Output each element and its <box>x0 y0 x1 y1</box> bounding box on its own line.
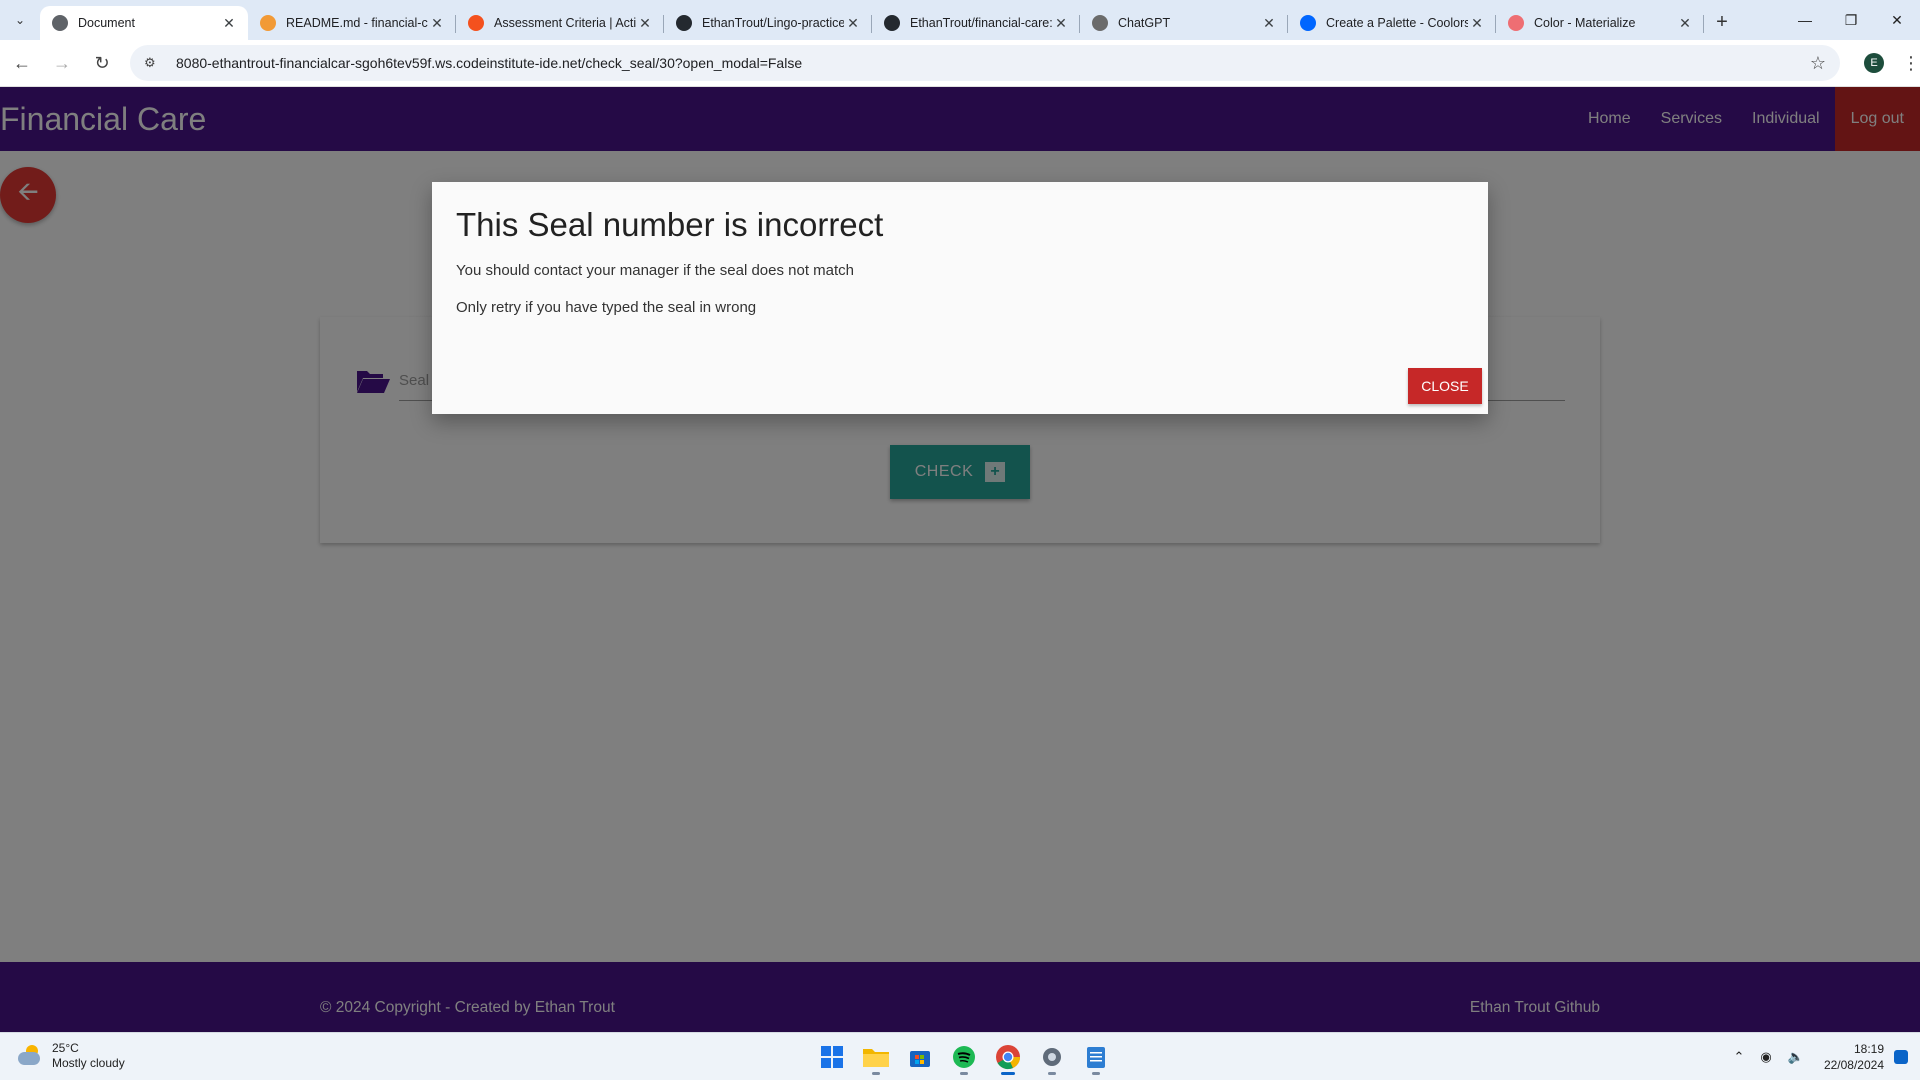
window-controls: — ❐ ✕ <box>1782 0 1920 40</box>
tab-search-button[interactable]: ⌄ <box>8 8 32 32</box>
circle-icon <box>468 15 484 31</box>
url-text[interactable]: 8080-ethantrout-financialcar-sgoh6tev59f… <box>176 55 1810 71</box>
weather-condition: Mostly cloudy <box>52 1056 125 1070</box>
github-icon <box>676 15 692 31</box>
close-icon: ✕ <box>1891 11 1903 28</box>
chatgpt-icon <box>1092 15 1108 31</box>
clock-date: 22/08/2024 <box>1823 1058 1884 1072</box>
tab-title: Assessment Criteria | Acti <box>494 16 636 30</box>
browser-tab-strip: ⌄ Document ✕ README.md - financial-ca ✕ Asse… <box>0 0 1920 40</box>
tab-title: Color - Materialize <box>1534 16 1636 30</box>
clock-time: 18:19 <box>1853 1042 1884 1056</box>
taskbar-apps <box>810 1039 1118 1075</box>
spotify-button[interactable] <box>946 1039 982 1075</box>
wifi-icon[interactable]: ◉ <box>1760 1049 1771 1065</box>
profile-avatar[interactable]: E <box>1864 53 1884 73</box>
reload-button[interactable]: ↻ <box>84 45 120 81</box>
spotify-icon <box>953 1046 975 1068</box>
system-tray: ⌃ ◉ 🔈 18:19 22/08/2024 <box>1726 1033 1920 1080</box>
browser-tab[interactable]: ChatGPT ✕ <box>1080 6 1288 40</box>
browser-tab[interactable]: EthanTrout/Lingo-practice ✕ <box>664 6 872 40</box>
windows-logo-icon <box>821 1046 843 1068</box>
weather-temp: 25°C <box>52 1041 79 1055</box>
store-bag-icon <box>910 1051 930 1067</box>
minimize-icon: — <box>1798 12 1812 28</box>
coolors-icon <box>1300 15 1316 31</box>
browser-menu-icon[interactable]: ⋮ <box>1902 53 1920 74</box>
chevron-up-icon[interactable]: ⌃ <box>1734 1049 1745 1065</box>
tab-title: ChatGPT <box>1118 16 1171 30</box>
tab-close-icon[interactable]: ✕ <box>844 14 862 32</box>
weather-widget[interactable]: 25°C Mostly cloudy <box>16 1041 125 1071</box>
reload-icon: ↻ <box>94 52 110 73</box>
modal-title: This Seal number is incorrect <box>456 206 884 243</box>
settings-button[interactable] <box>1034 1039 1070 1075</box>
github-icon <box>884 15 900 31</box>
chrome-icon <box>996 1045 1021 1070</box>
forward-button[interactable]: → <box>44 45 80 81</box>
store-button[interactable] <box>902 1039 938 1075</box>
tab-close-icon[interactable]: ✕ <box>220 14 238 32</box>
tab-close-icon[interactable]: ✕ <box>1260 14 1278 32</box>
omnibox[interactable]: ⚙ 8080-ethantrout-financialcar-sgoh6tev5… <box>130 45 1840 81</box>
tab-title: EthanTrout/Lingo-practice <box>702 16 844 30</box>
gear-icon <box>1043 1048 1061 1066</box>
notepad-button[interactable] <box>1078 1039 1114 1075</box>
file-explorer-button[interactable] <box>858 1039 894 1075</box>
browser-tab[interactable]: Assessment Criteria | Acti ✕ <box>456 6 664 40</box>
restore-button[interactable]: ❐ <box>1828 0 1874 40</box>
tab-title: Document <box>78 16 135 30</box>
modal-close-button[interactable]: CLOSE <box>1408 368 1482 404</box>
tab-title: EthanTrout/financial-care: <box>910 16 1052 30</box>
chrome-button[interactable] <box>990 1039 1026 1075</box>
tab-close-icon[interactable]: ✕ <box>428 14 446 32</box>
tab-title: Create a Palette - Coolors <box>1326 16 1468 30</box>
materialize-icon <box>1508 15 1524 31</box>
windows-taskbar: 25°C Mostly cloudy ⌃ ◉ 🔈 18:19 22/08/202… <box>0 1032 1920 1080</box>
browser-tab[interactable]: Document ✕ <box>40 6 248 40</box>
gitpod-icon <box>260 15 276 31</box>
tab-close-icon[interactable]: ✕ <box>636 14 654 32</box>
tab-close-icon[interactable]: ✕ <box>1468 14 1486 32</box>
new-tab-button[interactable]: + <box>1708 8 1736 36</box>
tab-close-icon[interactable]: ✕ <box>1052 14 1070 32</box>
arrow-left-icon: ← <box>13 52 31 73</box>
clock[interactable]: 18:19 22/08/2024 <box>1824 1041 1884 1073</box>
site-settings-icon[interactable]: ⚙ <box>144 55 162 71</box>
minimize-button[interactable]: — <box>1782 0 1828 40</box>
globe-icon <box>52 15 68 31</box>
chevron-down-icon: ⌄ <box>14 13 26 27</box>
folder-icon <box>863 1049 889 1067</box>
cloudy-weather-icon <box>16 1045 44 1067</box>
modal-message-1: You should contact your manager if the s… <box>456 262 855 279</box>
restore-icon: ❐ <box>1844 11 1858 28</box>
browser-tab[interactable]: README.md - financial-ca ✕ <box>248 6 456 40</box>
plus-icon: + <box>1716 10 1728 33</box>
tab-close-icon[interactable]: ✕ <box>1676 14 1694 32</box>
browser-tab[interactable]: Color - Materialize ✕ <box>1496 6 1704 40</box>
incorrect-seal-modal: This Seal number is incorrect You should… <box>432 182 1488 414</box>
tab-title: README.md - financial-ca <box>286 16 428 30</box>
volume-icon[interactable]: 🔈 <box>1788 1049 1804 1065</box>
arrow-right-icon: → <box>53 52 71 73</box>
browser-tab[interactable]: Create a Palette - Coolors ✕ <box>1288 6 1496 40</box>
start-button[interactable] <box>814 1039 850 1075</box>
notepad-icon <box>1087 1047 1105 1068</box>
address-bar-row: ← → ↻ ⚙ 8080-ethantrout-financialcar-sgo… <box>0 40 1920 87</box>
modal-message-2: Only retry if you have typed the seal in… <box>456 299 757 316</box>
back-button[interactable]: ← <box>4 45 40 81</box>
tab-list: Document ✕ README.md - financial-ca ✕ Assess… <box>40 6 1704 40</box>
close-window-button[interactable]: ✕ <box>1874 0 1920 40</box>
notification-bell-icon[interactable] <box>1894 1050 1908 1064</box>
browser-tab[interactable]: EthanTrout/financial-care: ✕ <box>872 6 1080 40</box>
bookmark-star-icon[interactable]: ☆ <box>1810 53 1826 74</box>
tab-separator <box>1703 15 1704 33</box>
